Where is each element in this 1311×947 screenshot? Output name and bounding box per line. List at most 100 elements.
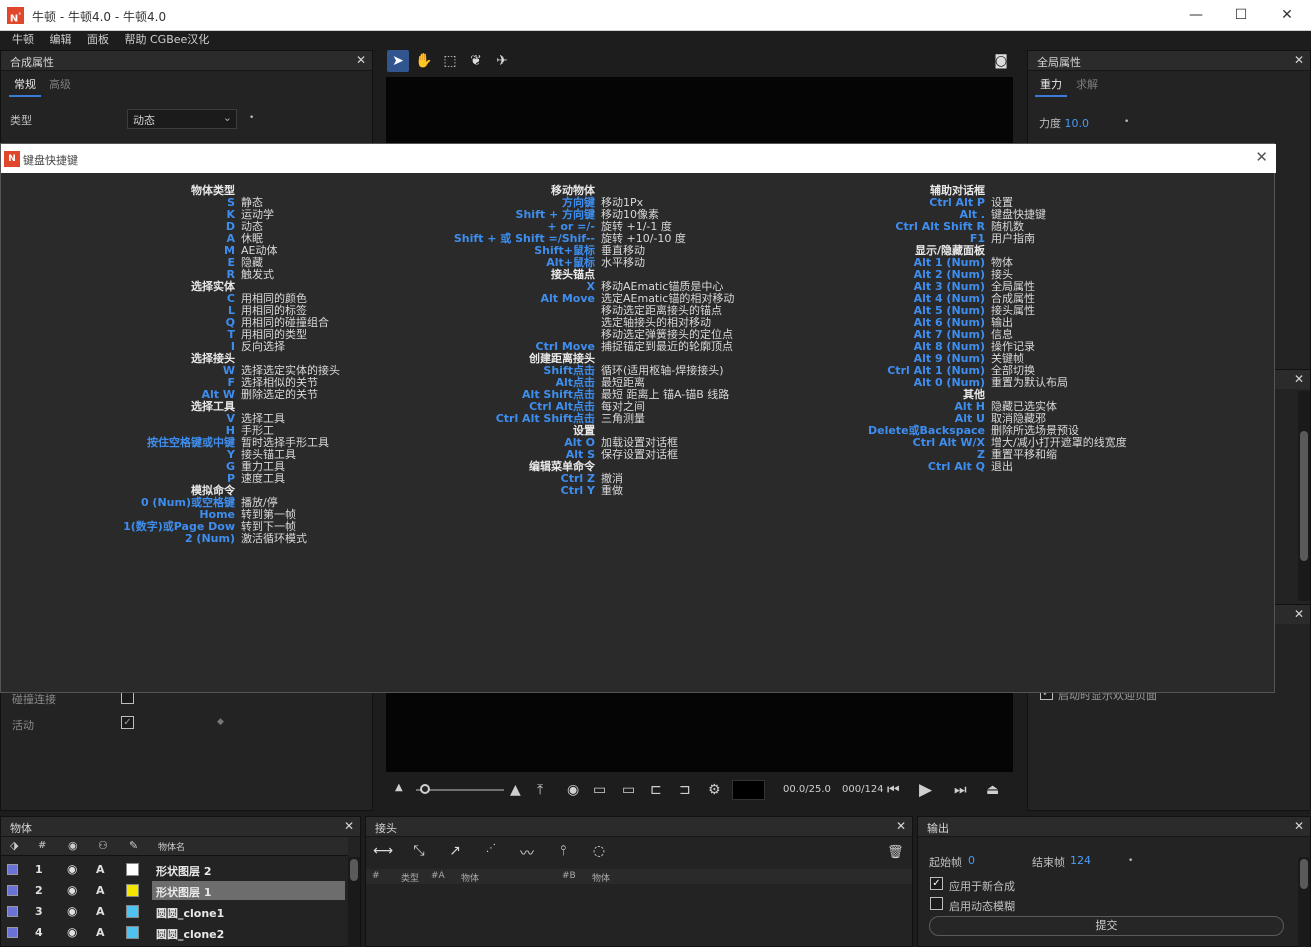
close-icon[interactable]: ✕ [356, 53, 366, 67]
frame-icon[interactable]: ▭ [593, 782, 606, 798]
close-icon[interactable]: ✕ [896, 819, 906, 833]
object-color-swatch[interactable] [126, 926, 139, 939]
menu-newton[interactable]: 牛顿 [0, 31, 40, 49]
play-icon[interactable]: ▶ [919, 780, 932, 800]
object-color-swatch[interactable] [126, 905, 139, 918]
object-color-swatch[interactable] [126, 884, 139, 897]
label-color-chip[interactable] [7, 906, 18, 917]
label-color-chip[interactable] [7, 927, 18, 938]
end-frame-value[interactable]: 124 [1070, 854, 1091, 867]
shortcut-key: Ctrl Alt Q [927, 460, 985, 473]
close-window-button[interactable]: ✕ [1264, 0, 1310, 31]
shortcut-key: Alt H [954, 400, 985, 413]
object-type[interactable]: A [96, 884, 105, 897]
go-to-start-icon[interactable]: ⏮ [887, 782, 900, 798]
zoom-in-icon[interactable]: ▲ [510, 782, 521, 798]
label-color-chip[interactable] [7, 885, 18, 896]
spring-joint-icon[interactable]: 〰 [517, 843, 537, 863]
brain-icon[interactable]: ❦ [465, 50, 487, 72]
trash-icon[interactable]: 🗑 [887, 845, 904, 860]
export-icon[interactable]: ⏏ [986, 782, 999, 798]
eye-icon[interactable]: ◉ [67, 862, 77, 876]
close-icon[interactable]: ✕ [1294, 819, 1304, 833]
keyframe-diamond-icon[interactable]: ◆ [217, 717, 224, 727]
object-row[interactable]: 3 ◉ A 圆圆_clone1 [1, 901, 348, 922]
scrollbar[interactable] [1298, 391, 1310, 601]
gravity-value[interactable]: 10.0 [1065, 117, 1090, 130]
start-frame-label: 起始帧 [929, 856, 962, 869]
close-icon[interactable]: ✕ [1255, 148, 1268, 166]
slide-joint-icon[interactable]: ⫯ [553, 843, 573, 859]
eye-icon[interactable]: ◉ [67, 904, 77, 918]
frame-input[interactable] [732, 780, 765, 800]
weld-joint-icon[interactable]: ⋰ [481, 843, 501, 854]
distance-joint-icon[interactable]: ⟷ [373, 843, 393, 859]
zoom-region-icon[interactable]: ⬚ [439, 50, 461, 72]
object-color-swatch[interactable] [126, 863, 139, 876]
object-name[interactable]: 形状图层 1 [156, 884, 211, 900]
fit-view-icon[interactable]: ⤒ [537, 782, 543, 798]
motion-blur-checkbox[interactable] [930, 897, 943, 910]
object-row[interactable]: 4 ◉ A 圆圆_clone2 [1, 922, 348, 943]
section-title: 显示/隐藏面板 [914, 244, 985, 257]
scrollbar[interactable] [348, 857, 360, 947]
submit-button[interactable]: 提交 [929, 916, 1284, 936]
tab-solver[interactable]: 求解 [1076, 76, 1098, 92]
shortcut-row: Z 重置平移和缩 [1, 449, 1201, 461]
piston-joint-icon[interactable]: ↗ [445, 843, 465, 859]
apply-new-comp-checkbox[interactable]: ✓ [930, 877, 943, 890]
panel-title: 物体 [10, 822, 32, 835]
rocket-icon[interactable]: ✈ [491, 50, 513, 72]
eye-icon[interactable]: ◉ [67, 883, 77, 897]
shortcut-key: Alt . [959, 208, 985, 221]
active-checkbox[interactable]: ✓ [121, 716, 134, 729]
object-type[interactable]: A [96, 926, 105, 939]
column-object-a: 物体 [461, 874, 480, 884]
right-bound-icon[interactable]: ⊐ [679, 782, 691, 798]
object-row[interactable]: 2 ◉ A 形状图层 1 [1, 880, 348, 901]
zoom-slider-knob[interactable] [420, 784, 430, 794]
label-color-chip[interactable] [7, 864, 18, 875]
object-type[interactable]: A [96, 863, 105, 876]
tab-general[interactable]: 常规 [9, 76, 41, 97]
close-icon[interactable]: ✕ [1294, 53, 1304, 67]
eye-icon[interactable]: ◉ [67, 925, 77, 939]
pivot-joint-icon[interactable]: ⤡ [409, 843, 429, 859]
camera-icon[interactable]: ◙ [990, 50, 1012, 72]
object-name[interactable]: 圆圆_clone1 [156, 905, 224, 921]
select-arrow-icon[interactable]: ➤ [387, 50, 409, 72]
menu-edit[interactable]: 编辑 [44, 31, 78, 49]
shortcut-key: Z [977, 448, 985, 461]
gear-icon[interactable]: ⚙ [708, 782, 721, 798]
step-forward-icon[interactable]: ⏭ [954, 782, 967, 798]
column-num: # [38, 840, 47, 851]
minimize-button[interactable]: — [1173, 0, 1219, 31]
left-bound-icon[interactable]: ⊏ [650, 782, 662, 798]
scroll-thumb[interactable] [1300, 859, 1308, 889]
tab-advanced[interactable]: 高级 [49, 76, 71, 92]
panel-title: 合成属性 [10, 56, 54, 69]
maximize-button[interactable]: ☐ [1218, 0, 1264, 31]
object-row[interactable]: 1 ◉ A 形状图层 2 [1, 859, 348, 880]
scrollbar[interactable] [1298, 857, 1310, 947]
zoom-out-icon[interactable]: ▲ [395, 782, 403, 793]
close-icon[interactable]: ✕ [1294, 372, 1304, 386]
type-dropdown[interactable]: 动态 ⌄ [127, 109, 237, 129]
scroll-thumb[interactable] [1300, 431, 1308, 561]
gravity-label: 力度 10.0 [1039, 115, 1089, 131]
object-name[interactable]: 形状图层 2 [156, 863, 211, 879]
shortcut-description: 退出 [991, 460, 1013, 473]
tab-gravity[interactable]: 重力 [1035, 76, 1067, 97]
menu-panels[interactable]: 面板 [81, 31, 115, 49]
start-frame-value[interactable]: 0 [968, 854, 975, 867]
object-type[interactable]: A [96, 905, 105, 918]
frame-bounds-icon[interactable]: ▭ [622, 782, 635, 798]
hand-icon[interactable]: ✋ [413, 50, 435, 72]
close-icon[interactable]: ✕ [344, 819, 354, 833]
close-icon[interactable]: ✕ [1294, 607, 1304, 621]
object-name[interactable]: 圆圆_clone2 [156, 926, 224, 942]
scroll-thumb[interactable] [350, 859, 358, 881]
rope-joint-icon[interactable]: ◌ [589, 843, 609, 859]
eye-view-icon[interactable]: ◉ [567, 782, 579, 798]
menu-help[interactable]: 帮助 CGBee汉化 [119, 31, 216, 49]
